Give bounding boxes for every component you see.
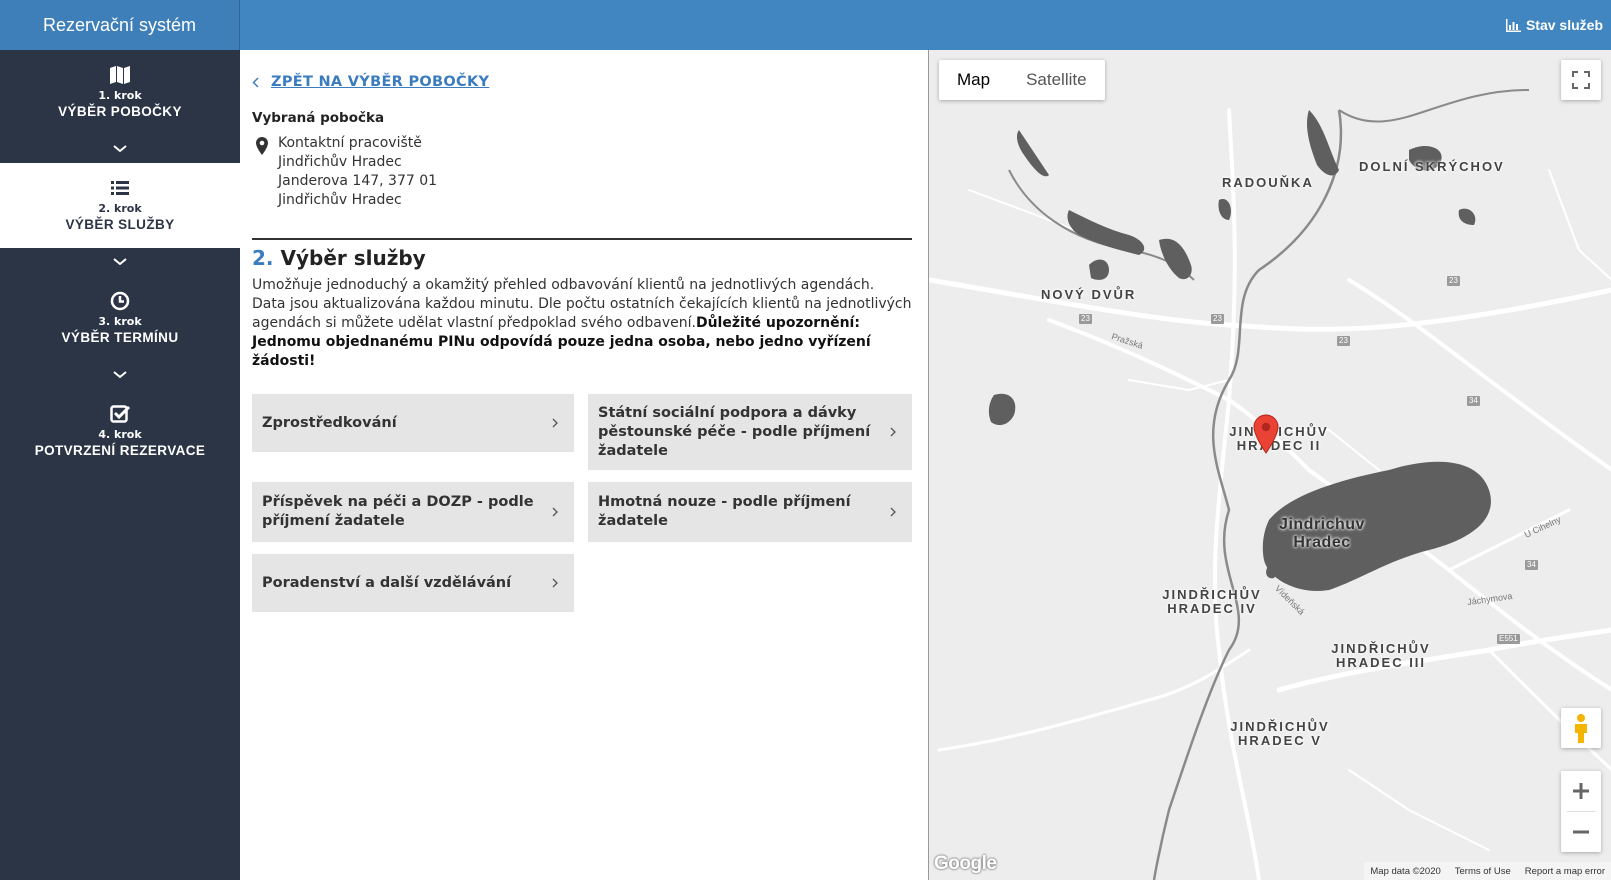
terms-of-use-link[interactable]: Terms of Use (1455, 866, 1511, 877)
road-number: E551 (1497, 634, 1520, 644)
step-title: VÝBĚR TERMÍNU (61, 329, 179, 345)
branch-name: Jindřichův Hradec (278, 154, 402, 170)
road-number: 34 (1467, 396, 1480, 406)
road-number: 23 (1447, 276, 1460, 286)
section-title: 2. Výběr služby (252, 246, 426, 270)
service-tile-label: Příspěvek na péči a DOZP - podle příjmen… (262, 494, 534, 529)
step-title: VÝBĚR POBOČKY (58, 103, 182, 119)
back-link-label: ZPĚT NA VÝBĚR POBOČKY (271, 74, 490, 90)
step-branch[interactable]: 1. krok VÝBĚR POBOČKY (0, 50, 240, 135)
fullscreen-button[interactable] (1561, 60, 1601, 100)
map-view[interactable]: Map Satellite RADOUŇKA DOLNÍ SKRÝCHOV NO… (928, 50, 1611, 880)
back-to-branch-link[interactable]: ZPĚT NA VÝBĚR POBOČKY (252, 74, 489, 90)
map-type-satellite-button[interactable]: Satellite (1008, 60, 1104, 100)
zoom-out-button[interactable] (1561, 812, 1601, 852)
google-logo: Google (934, 853, 997, 874)
step-term[interactable]: 3. krok VÝBĚR TERMÍNU (0, 276, 240, 361)
service-status-link[interactable]: Stav služeb (1505, 0, 1603, 50)
service-tile[interactable]: Státní sociální podpora a dávky pěstouns… (588, 394, 912, 470)
location-marker-icon[interactable] (1253, 414, 1279, 454)
step-confirm[interactable]: 4. krok POTVRZENÍ REZERVACE (0, 389, 240, 474)
map-label-jh4: JINDŘICHŮV HRADEC IV (1162, 587, 1262, 616)
branch-street: Janderova 147, 377 01 (278, 173, 438, 189)
branch-city: Jindřichův Hradec (278, 192, 402, 208)
street-view-pegman[interactable] (1561, 708, 1601, 748)
road-number: 34 (1525, 560, 1538, 570)
map-pin-icon (256, 137, 268, 155)
step-title: VÝBĚR SLUŽBY (65, 216, 175, 232)
chevron-left-icon (252, 76, 259, 88)
service-tile-label: Zprostředkování (262, 414, 397, 431)
map-icon (110, 65, 130, 84)
map-type-map-button[interactable]: Map (939, 60, 1008, 100)
step-service[interactable]: 2. krok VÝBĚR SLUŽBY (0, 163, 240, 248)
bar-chart-icon (1505, 18, 1521, 32)
section-divider (252, 238, 912, 240)
chevron-right-icon (552, 507, 558, 517)
service-tile-label: Hmotná nouze - podle příjmení žadatele (598, 494, 851, 529)
step-number: 2. krok (98, 201, 142, 215)
clock-icon (110, 291, 130, 310)
service-description: Umožňuje jednoduchý a okamžitý přehled o… (252, 276, 912, 371)
service-tile[interactable]: Poradenství a další vzdělávání (252, 554, 574, 612)
branch-type: Kontaktní pracoviště (278, 135, 422, 151)
plus-icon (1573, 783, 1589, 799)
map-label-city: Jindrichuv Hradec (1279, 516, 1365, 551)
map-label-dolni-skrychov: DOLNÍ SKRÝCHOV (1359, 159, 1505, 174)
checkbox-icon (110, 404, 131, 423)
step-number: 1. krok (98, 88, 142, 102)
chevron-down-icon (0, 248, 240, 276)
step-number: 3. krok (98, 314, 142, 328)
map-label-jh2: JINDŘICHŮV HRADEC II (1229, 424, 1329, 453)
list-icon (111, 180, 129, 195)
zoom-in-button[interactable] (1561, 771, 1601, 811)
chevron-down-icon (0, 361, 240, 389)
map-label-novy-dvur: NOVÝ DVŮR (1041, 287, 1137, 302)
top-bar: Rezervační systém Stav služeb (0, 0, 1611, 50)
chevron-right-icon (552, 578, 558, 588)
chevron-right-icon (890, 427, 896, 437)
map-label-jh3: JINDŘICHŮV HRADEC III (1331, 641, 1431, 670)
app-brand[interactable]: Rezervační systém (0, 0, 240, 50)
service-tile[interactable]: Hmotná nouze - podle příjmení žadatele (588, 482, 912, 542)
map-type-control: Map Satellite (939, 60, 1105, 100)
pegman-icon (1575, 714, 1587, 743)
selected-branch: Kontaktní pracoviště Jindřichův Hradec J… (256, 134, 437, 210)
section-number: 2. (252, 246, 274, 270)
selected-branch-label: Vybraná pobočka (252, 110, 385, 126)
service-tile-label: Státní sociální podpora a dávky pěstouns… (598, 404, 871, 459)
step-number: 4. krok (98, 427, 142, 441)
report-map-error-link[interactable]: Report a map error (1525, 866, 1605, 877)
fullscreen-icon (1572, 71, 1590, 89)
service-tile-label: Poradenství a další vzdělávání (262, 574, 512, 591)
chevron-right-icon (890, 507, 896, 517)
map-label-radounka: RADOUŇKA (1222, 175, 1314, 190)
map-footer: Map data ©2020 Terms of Use Report a map… (1364, 862, 1611, 880)
zoom-control (1561, 771, 1601, 852)
service-tile[interactable]: Příspěvek na péči a DOZP - podle příjmen… (252, 482, 574, 542)
service-tile[interactable]: Zprostředkování (252, 394, 574, 452)
map-data-attribution: Map data ©2020 (1370, 865, 1441, 877)
road-number: 23 (1079, 314, 1092, 324)
road-number: 23 (1337, 336, 1350, 346)
minus-icon (1573, 830, 1589, 834)
service-status-label: Stav služeb (1525, 17, 1603, 33)
step-title: POTVRZENÍ REZERVACE (34, 442, 206, 458)
chevron-down-icon (0, 135, 240, 163)
road-number: 23 (1211, 314, 1224, 324)
step-sidebar: 1. krok VÝBĚR POBOČKY 2. krok VÝBĚR SLUŽ… (0, 50, 240, 880)
chevron-right-icon (552, 418, 558, 428)
section-title-text: Výběr služby (280, 246, 426, 270)
map-label-jh5: JINDŘICHŮV HRADEC V (1230, 719, 1330, 748)
